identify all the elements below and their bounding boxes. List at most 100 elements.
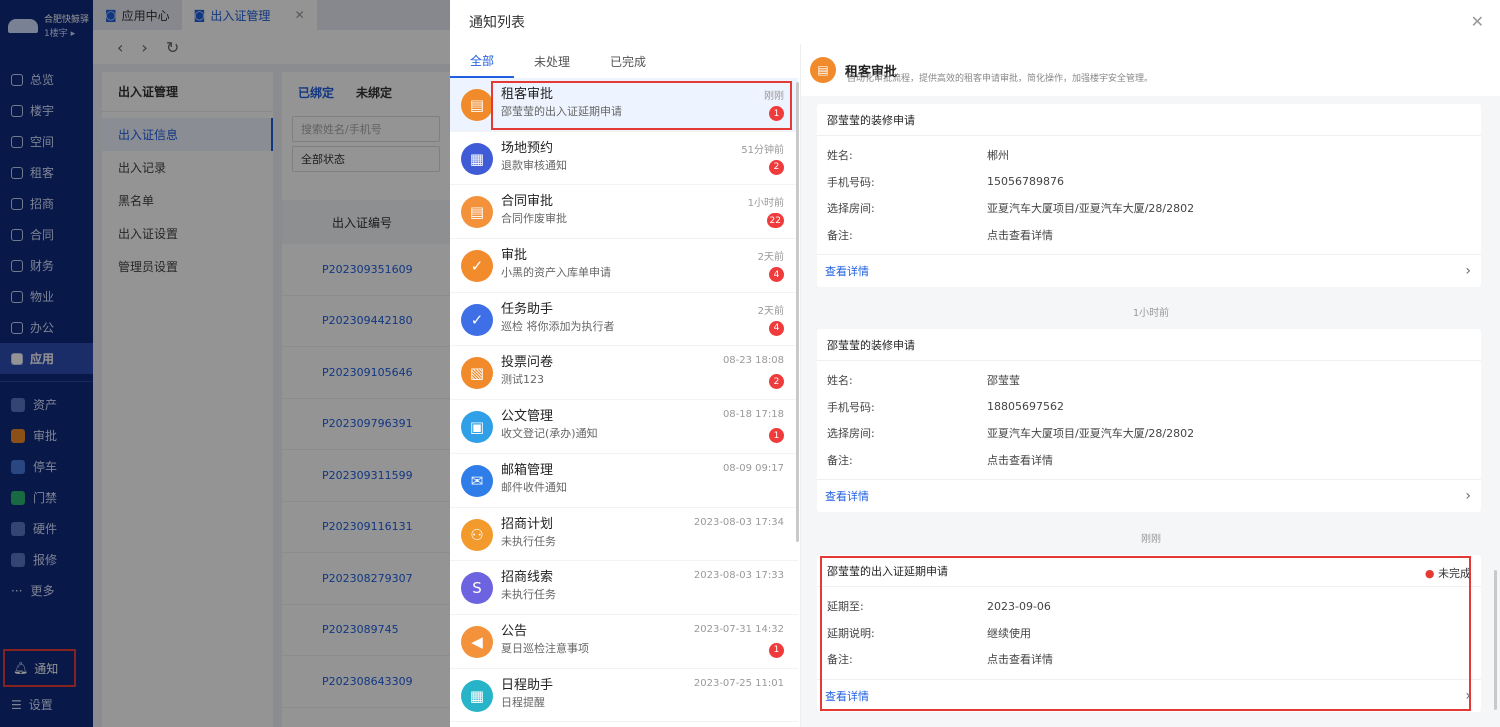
notification-type-icon: ▧ <box>461 357 493 390</box>
field-row: 备注: 点击查看详情 <box>827 653 1053 667</box>
tab-all[interactable]: 全部 <box>450 44 515 78</box>
field-row: 备注: 点击查看详情 <box>827 453 1053 467</box>
notification-item[interactable]: ▤ 租客审批邵莹莹的出入证延期申请 刚刚 1 <box>450 78 798 132</box>
notification-time: 08-09 09:17 <box>722 462 784 474</box>
notification-time: 2023-07-31 14:32 <box>693 623 784 635</box>
field-row: 选择房间: 亚夏汽车大厦项目/亚夏汽车大厦/28/2802 <box>827 427 1195 441</box>
field-row: 选择房间: 亚夏汽车大厦项目/亚夏汽车大厦/28/2802 <box>827 202 1195 216</box>
detail-header: ▤ 租客审批 自动化审批流程，提供高效的租客申请审批，简化操作，加强楼宇安全管理… <box>801 44 1500 96</box>
detail-scrollbar[interactable] <box>1494 570 1497 710</box>
view-details-link[interactable]: 查看详情 › <box>817 678 1481 712</box>
notification-item[interactable]: S 招商线索 未执行任务 2023-08-03 17:33 <box>450 561 798 615</box>
notification-summary: 退款审核通知 <box>501 158 567 172</box>
unread-count-badge: 4 <box>769 320 784 336</box>
card-header: 邵莹莹的出入证延期申请 <box>817 555 1481 587</box>
chevron-right-icon: › <box>1465 687 1471 704</box>
notification-drawer: 通知列表 ✕ 全部 未处理 已完成 ▤ 租客审批 邵莹莹的出入证延期申请 刚刚 1 ▦ 场地… <box>450 0 1500 727</box>
view-details-link[interactable]: 查看详情 › <box>817 254 1481 287</box>
notification-summary: 邵莹莹的出入证延期申请 <box>501 105 622 118</box>
field-row: 姓名: 郴州 <box>827 149 1009 163</box>
field-row: 备注: 点击查看详情 <box>827 228 1053 242</box>
notification-type-icon: ◀ <box>461 625 493 658</box>
notification-detail: ▤ 租客审批 自动化审批流程，提供高效的租客申请审批，简化操作，加强楼宇安全管理… <box>800 44 1500 727</box>
notification-time: 2023-08-03 17:33 <box>693 570 784 582</box>
notification-time: 2023-08-03 17:34 <box>693 516 784 528</box>
field-row: 姓名: 邵莹莹 <box>827 374 1020 388</box>
notification-time: 51分钟前 <box>741 144 784 156</box>
app-root: 合肥快鲸驿 1楼宇 ▸ 总览 楼宇 空间 租客 招商 合同 财务 物业 办公 应… <box>0 0 1500 727</box>
field-row: 手机号码: 18805697562 <box>827 400 1064 414</box>
notification-item[interactable]: ◀ 公告 夏日巡检注意事项 2023-07-31 14:32 1 <box>450 615 798 669</box>
notification-summary: 邮件收件通知 <box>501 480 567 494</box>
notification-summary: 未执行任务 <box>501 588 556 602</box>
notification-summary: 小黑的资产入库单申请 <box>501 266 611 280</box>
modal-overlay[interactable] <box>0 0 450 727</box>
notification-summary: 巡检 将你添加为执行者 <box>501 319 615 333</box>
chevron-right-icon: › <box>1465 488 1471 504</box>
status-badge: ● 未完成 <box>1424 567 1471 580</box>
field-row: 延期至: 2023-09-06 <box>827 599 1051 614</box>
notification-time: 1小时前 <box>747 198 784 210</box>
notification-title: 任务助手 <box>501 301 554 317</box>
notification-title: 租客审批 <box>501 87 554 102</box>
notification-summary: 夏日巡检注意事项 <box>501 641 589 655</box>
drawer-title: 通知列表 <box>469 15 525 31</box>
notification-title: 审批 <box>501 248 528 264</box>
card-header: 邵莹莹的装修申请 <box>817 329 1481 361</box>
notification-type-icon: ✓ <box>461 250 493 283</box>
chevron-right-icon: › <box>1465 263 1471 279</box>
notification-item[interactable]: ⚇ 招商计划 未执行任务 2023-08-03 17:34 <box>450 508 798 562</box>
detail-card-extension-request: 邵莹莹的出入证延期申请 ● 未完成 延期至: 2023-09-06 延期说明: 继续… <box>817 555 1481 712</box>
timestamp-divider: 1小时前 <box>1132 308 1170 319</box>
notification-item[interactable]: ▤ 合同审批 合同作废审批 1小时前 22 <box>450 185 798 240</box>
notification-time: 2天前 <box>757 252 784 264</box>
card-header: 邵莹莹的装修申请 <box>817 104 1481 136</box>
notification-summary: 收文登记(承办)通知 <box>501 427 598 441</box>
notification-type-icon: ⚇ <box>461 518 493 551</box>
unread-count-badge: 2 <box>769 159 784 175</box>
notification-item[interactable]: ✓ 审批小黑的资产入库单申请 2天前 4 <box>450 239 798 293</box>
notification-summary: 日程提醒 <box>501 695 545 709</box>
view-details-link[interactable]: 查看详情 › <box>817 479 1481 512</box>
notification-type-icon: ▣ <box>461 411 493 444</box>
field-row: 手机号码: 15056789876 <box>827 175 1064 189</box>
notification-type-icon: ▤ <box>461 196 493 229</box>
tab-completed[interactable]: 已完成 <box>590 44 666 78</box>
detail-card: 邵莹莹的装修申请 姓名: 邵莹莹 手机号码: 18805697562 选择房间: 亚夏… <box>817 329 1481 512</box>
field-row: 延期说明: 继续使用 <box>827 626 1031 640</box>
notification-time: 08-18 17:18 <box>722 409 784 421</box>
notification-summary: 测试123 <box>501 373 544 387</box>
detail-card: 邵莹莹的装修申请 姓名: 郴州 手机号码: 15056789876 选择房间: 亚夏汽… <box>817 104 1481 287</box>
notification-type-icon: S <box>461 572 493 605</box>
notification-item[interactable]: ▦ 场地预约 退款审核通知 51分钟前 2 <box>450 132 798 186</box>
notification-type-icon: ▦ <box>461 142 493 175</box>
list-scrollbar[interactable] <box>796 82 799 542</box>
notification-type-icon: ▤ <box>461 89 493 121</box>
notification-type-icon: ✉ <box>461 464 493 497</box>
unread-count-badge: 1 <box>769 106 784 121</box>
notification-summary: 合同作废审批 <box>501 212 567 226</box>
unread-count-badge: 22 <box>766 213 784 229</box>
notification-tabs: 全部 未处理 已完成 <box>450 44 798 78</box>
notification-item[interactable]: ▧ 投票问卷 测试123 08-23 18:08 2 <box>450 346 798 401</box>
notification-time: 刚刚 <box>764 91 784 102</box>
unread-count-badge: 4 <box>769 267 784 283</box>
notification-item[interactable]: ▦ 日程助手 日程提醒 2023-07-25 11:01 <box>450 669 798 723</box>
notification-item[interactable]: ✉ 邮箱管理 邮件收件通知 08-09 09:17 <box>450 454 798 508</box>
notification-time: 2天前 <box>757 305 784 317</box>
tab-unprocessed[interactable]: 未处理 <box>514 44 590 78</box>
unread-count-badge: 1 <box>769 642 784 658</box>
timestamp-divider: 刚刚 <box>1141 534 1161 545</box>
notification-list: ▤ 租客审批 邵莹莹的出入证延期申请 刚刚 1 ▦ 场地预约 退款审核通知 51分钟前 2 ▤ 合同审… <box>450 78 798 727</box>
notification-time: 08-23 18:08 <box>722 355 784 367</box>
notification-time: 2023-07-25 11:01 <box>693 677 784 689</box>
detail-subtitle: 自动化审批流程，提供高效的租客申请审批，简化操作，加强楼宇安全管理。 <box>847 74 1154 84</box>
notification-type-icon: ▦ <box>461 679 493 712</box>
notification-type-icon: ✓ <box>461 303 493 336</box>
close-icon[interactable]: ✕ <box>1471 12 1484 31</box>
notification-item[interactable]: ✓ 任务助手巡检 将你添加为执行者 2天前 4 <box>450 293 798 347</box>
notification-item[interactable]: ▣ 公文管理 收文登记(承办)通知 08-18 17:18 1 <box>450 400 798 454</box>
tenant-approval-icon: ▤ <box>810 57 836 83</box>
notification-summary: 未执行任务 <box>501 534 556 548</box>
status-dot-icon: ● <box>1424 567 1438 580</box>
